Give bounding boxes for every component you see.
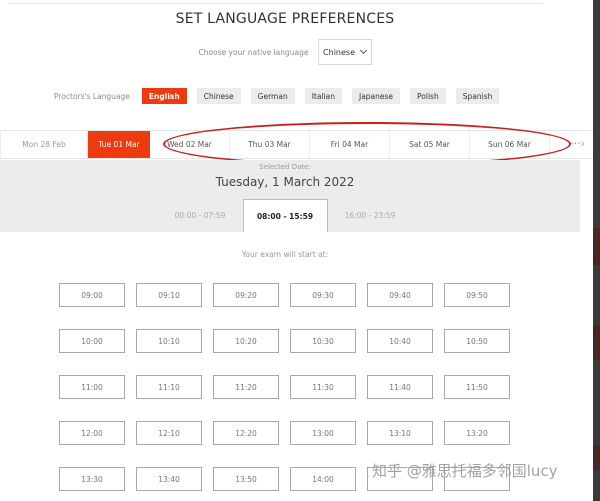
start-time-label: Your exam will start at: (241, 250, 329, 259)
time-slot[interactable]: 10:20 (213, 329, 279, 353)
proctor-language-label: Proctors's Language (54, 91, 130, 101)
time-slot[interactable]: 09:20 (213, 283, 279, 307)
window-edge (593, 0, 600, 501)
time-slot[interactable]: 10:10 (136, 329, 202, 353)
time-slot[interactable]: 10:40 (367, 329, 433, 353)
time-slot[interactable]: 13:00 (290, 421, 356, 445)
date-tab[interactable]: Wed 02 Mar (150, 131, 230, 158)
proctor-language-row: Proctors's Language English Chinese Germ… (54, 88, 509, 104)
time-slot[interactable]: 13:40 (136, 467, 202, 491)
chevron-right-icon[interactable]: ···› (570, 137, 585, 150)
time-range-tabs: 00:00 - 07:59 08:00 - 15:59 16:00 - 23:5… (0, 199, 570, 232)
time-slot[interactable]: 09:50 (444, 283, 510, 307)
time-slot[interactable]: 11:40 (367, 375, 433, 399)
time-slot[interactable]: 11:10 (136, 375, 202, 399)
chevron-down-icon (359, 46, 368, 55)
booking-page: SET LANGUAGE PREFERENCES Choose your nat… (0, 0, 593, 501)
time-slot[interactable]: 13:10 (367, 421, 433, 445)
time-slot[interactable]: 09:30 (290, 283, 356, 307)
selected-date-label: Selected Date: (259, 163, 311, 171)
time-slot[interactable]: 14:00 (290, 467, 356, 491)
time-slot[interactable]: 09:40 (367, 283, 433, 307)
date-tab[interactable]: Fri 04 Mar (310, 131, 390, 158)
native-language-value: Chinese (323, 47, 356, 57)
native-language-row: Choose your native language Chinese (0, 39, 570, 65)
time-slot[interactable]: 13:50 (213, 467, 279, 491)
date-tab[interactable]: Sun 06 Mar (470, 131, 550, 158)
time-slot[interactable]: 13:20 (444, 421, 510, 445)
page-title: SET LANGUAGE PREFERENCES (175, 11, 395, 27)
time-slot[interactable]: 09:00 (59, 283, 125, 307)
watermark: 知乎 @雅思托福多邻国lucy (372, 462, 558, 480)
top-divider (8, 3, 543, 4)
date-tab[interactable]: Mon 28 Feb (0, 131, 88, 158)
proctor-lang-english[interactable]: English (141, 88, 187, 104)
selected-date-value: Tuesday, 1 March 2022 (215, 175, 355, 189)
date-tab[interactable]: Thu 03 Mar (230, 131, 310, 158)
time-slot[interactable]: 12:20 (213, 421, 279, 445)
proctor-lang-japanese[interactable]: Japanese (351, 88, 401, 104)
proctor-lang-italian[interactable]: Italian (304, 88, 342, 104)
time-slot[interactable]: 12:10 (136, 421, 202, 445)
time-range-tab[interactable]: 16:00 - 23:59 (328, 199, 413, 232)
proctor-lang-chinese[interactable]: Chinese (196, 88, 241, 104)
date-tab[interactable]: Sat 05 Mar (390, 131, 470, 158)
time-range-tab[interactable]: 00:00 - 07:59 (158, 199, 243, 232)
proctor-lang-spanish[interactable]: Spanish (455, 88, 500, 104)
native-language-label: Choose your native language (198, 47, 309, 57)
time-slot[interactable]: 09:10 (136, 283, 202, 307)
time-slot[interactable]: 10:00 (59, 329, 125, 353)
time-slot[interactable]: 11:50 (444, 375, 510, 399)
time-range-tab-active[interactable]: 08:00 - 15:59 (242, 199, 328, 232)
proctor-lang-polish[interactable]: Polish (410, 88, 446, 104)
time-slot[interactable]: 11:20 (213, 375, 279, 399)
time-slot[interactable]: 12:00 (59, 421, 125, 445)
date-selector: Mon 28 Feb Tue 01 Mar Wed 02 Mar Thu 03 … (0, 130, 593, 159)
native-language-select[interactable]: Chinese (317, 39, 372, 65)
time-slot[interactable]: 10:30 (290, 329, 356, 353)
time-slot[interactable]: 13:30 (59, 467, 125, 491)
time-slot[interactable]: 10:50 (444, 329, 510, 353)
date-tab-active[interactable]: Tue 01 Mar (88, 131, 150, 158)
proctor-lang-german[interactable]: German (250, 88, 295, 104)
time-slot[interactable]: 11:30 (290, 375, 356, 399)
time-slot[interactable]: 11:00 (59, 375, 125, 399)
